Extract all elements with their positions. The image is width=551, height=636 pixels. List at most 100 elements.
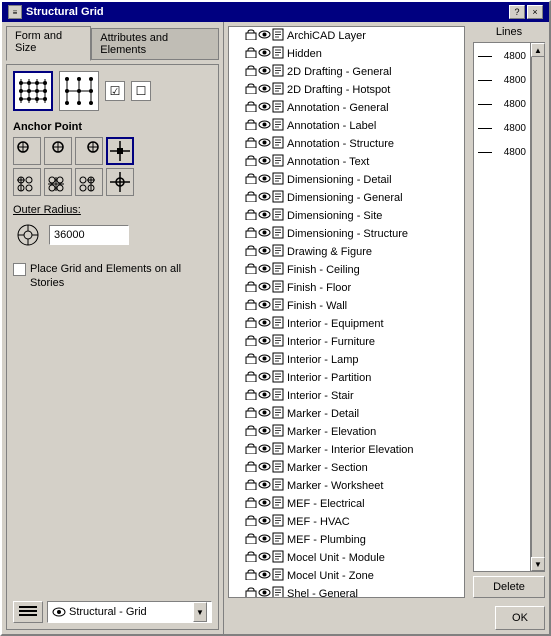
layer-lock-icon bbox=[245, 299, 257, 313]
anchor-topright[interactable] bbox=[75, 137, 103, 165]
anchor-topleft[interactable] bbox=[13, 137, 41, 165]
all-stories-label: Place Grid and Elements on all Stories bbox=[30, 262, 212, 291]
layer-item[interactable]: Interior - Stair bbox=[229, 387, 464, 405]
line-value: 4800 bbox=[496, 51, 526, 62]
dropdown-arrow[interactable]: ▼ bbox=[193, 602, 207, 622]
layer-item[interactable]: Mocel Unit - Module bbox=[229, 549, 464, 567]
element-checkbox[interactable]: ☐ bbox=[131, 81, 151, 101]
layer-lock-icon bbox=[245, 461, 257, 475]
checkbox-row: Place Grid and Elements on all Stories bbox=[13, 262, 212, 291]
tab-form-and-size[interactable]: Form and Size bbox=[6, 26, 91, 61]
layer-item[interactable]: Interior - Partition bbox=[229, 369, 464, 387]
anchor-midcenter[interactable] bbox=[44, 168, 72, 196]
layer-lock-icon bbox=[245, 155, 257, 169]
layer-item[interactable]: Finish - Floor bbox=[229, 279, 464, 297]
lines-scrollbar[interactable]: ▲ ▼ bbox=[531, 42, 545, 572]
anchor-cross-selected[interactable] bbox=[106, 137, 134, 165]
layer-item[interactable]: Dimensioning - Structure bbox=[229, 225, 464, 243]
layer-lock-icon bbox=[245, 281, 257, 295]
layer-item[interactable]: MEF - HVAC bbox=[229, 513, 464, 531]
anchor-ml-svg bbox=[15, 170, 39, 194]
layer-doc-icon bbox=[272, 460, 284, 476]
layer-dropdown-label: Structural - Grid bbox=[69, 606, 147, 618]
layer-settings-button[interactable] bbox=[13, 601, 43, 623]
delete-button[interactable]: Delete bbox=[473, 576, 545, 598]
layer-lock-icon bbox=[245, 443, 257, 457]
layer-name: Dimensioning - Site bbox=[287, 210, 382, 222]
layer-item[interactable]: 2D Drafting - General bbox=[229, 63, 464, 81]
layer-item[interactable]: Drawing & Figure bbox=[229, 243, 464, 261]
layer-lock-icon bbox=[245, 389, 257, 403]
layer-icons bbox=[245, 298, 284, 314]
layer-lock-icon bbox=[245, 335, 257, 349]
help-button[interactable]: ? bbox=[509, 5, 525, 19]
layer-item[interactable]: Marker - Interior Elevation bbox=[229, 441, 464, 459]
layer-item[interactable]: Finish - Ceiling bbox=[229, 261, 464, 279]
layer-list[interactable]: ArchiCAD LayerHidden2D Drafting - Genera… bbox=[229, 27, 464, 597]
scroll-down-btn[interactable]: ▼ bbox=[531, 557, 545, 571]
layer-item[interactable]: 2D Drafting - Hotspot bbox=[229, 81, 464, 99]
layer-icons bbox=[245, 532, 284, 548]
layer-item[interactable]: Marker - Elevation bbox=[229, 423, 464, 441]
pattern-grid-2[interactable] bbox=[59, 71, 99, 111]
layer-lock-icon bbox=[245, 65, 257, 79]
anchor-midright[interactable] bbox=[75, 168, 103, 196]
layer-dropdown[interactable]: Structural - Grid ▼ bbox=[47, 601, 212, 623]
layer-lock-icon bbox=[245, 227, 257, 241]
layer-eye-icon bbox=[258, 227, 271, 241]
close-button[interactable]: × bbox=[527, 5, 543, 19]
layer-item[interactable]: Annotation - Text bbox=[229, 153, 464, 171]
layer-item[interactable]: Shel - General bbox=[229, 585, 464, 597]
line-sample-row[interactable]: 4800 bbox=[476, 69, 528, 91]
ok-button[interactable]: OK bbox=[495, 606, 545, 630]
pattern-grid-1[interactable] bbox=[13, 71, 53, 111]
all-stories-checkbox[interactable] bbox=[13, 263, 26, 276]
layer-item[interactable]: Finish - Wall bbox=[229, 297, 464, 315]
layer-item[interactable]: Interior - Lamp bbox=[229, 351, 464, 369]
layer-item[interactable]: Annotation - Structure bbox=[229, 135, 464, 153]
layer-item[interactable]: Marker - Section bbox=[229, 459, 464, 477]
layer-icons bbox=[245, 136, 284, 152]
layer-item[interactable]: Marker - Worksheet bbox=[229, 477, 464, 495]
layer-item[interactable]: ArchiCAD Layer bbox=[229, 27, 464, 45]
layer-item[interactable]: Marker - Detail bbox=[229, 405, 464, 423]
line-sample-row[interactable]: 4800 bbox=[476, 45, 528, 67]
layer-lock-icon bbox=[245, 245, 257, 259]
anchor-cross-right[interactable] bbox=[106, 168, 134, 196]
layer-doc-icon bbox=[272, 514, 284, 530]
layer-name: Marker - Elevation bbox=[287, 426, 376, 438]
anchor-midleft[interactable] bbox=[13, 168, 41, 196]
layer-name: Marker - Interior Elevation bbox=[287, 444, 414, 456]
layer-item[interactable]: Hidden bbox=[229, 45, 464, 63]
line-value: 4800 bbox=[496, 147, 526, 158]
layer-doc-icon bbox=[272, 82, 284, 98]
line-sample-row[interactable]: 4800 bbox=[476, 141, 528, 163]
line-samples: 48004800480048004800 bbox=[473, 42, 531, 572]
grid-pattern-svg-1 bbox=[15, 73, 51, 109]
layer-icons bbox=[245, 370, 284, 386]
layer-item[interactable]: Interior - Equipment bbox=[229, 315, 464, 333]
layer-item[interactable]: Dimensioning - Detail bbox=[229, 171, 464, 189]
layer-item[interactable]: Mocel Unit - Zone bbox=[229, 567, 464, 585]
layer-item[interactable]: Interior - Furniture bbox=[229, 333, 464, 351]
line-sample-row[interactable]: 4800 bbox=[476, 117, 528, 139]
line-preview bbox=[478, 152, 492, 153]
layer-item[interactable]: MEF - Electrical bbox=[229, 495, 464, 513]
layer-item[interactable]: Annotation - General bbox=[229, 99, 464, 117]
layer-item[interactable]: Dimensioning - General bbox=[229, 189, 464, 207]
layer-eye-icon bbox=[258, 119, 271, 133]
layer-icons bbox=[245, 514, 284, 530]
layer-name: Annotation - General bbox=[287, 102, 389, 114]
layer-lock-icon bbox=[245, 479, 257, 493]
tab-attributes-and-elements[interactable]: Attributes and Elements bbox=[91, 28, 219, 60]
anchor-topcenter[interactable] bbox=[44, 137, 72, 165]
layer-item[interactable]: Annotation - Label bbox=[229, 117, 464, 135]
scroll-up-btn[interactable]: ▲ bbox=[531, 43, 545, 57]
layer-item[interactable]: Dimensioning - Site bbox=[229, 207, 464, 225]
anchor-row-1 bbox=[13, 137, 134, 165]
layer-item[interactable]: MEF - Plumbing bbox=[229, 531, 464, 549]
layer-doc-icon bbox=[272, 190, 284, 206]
visibility-checkbox[interactable]: ☑ bbox=[105, 81, 125, 101]
line-sample-row[interactable]: 4800 bbox=[476, 93, 528, 115]
outer-radius-input[interactable]: 36000 bbox=[49, 225, 129, 245]
